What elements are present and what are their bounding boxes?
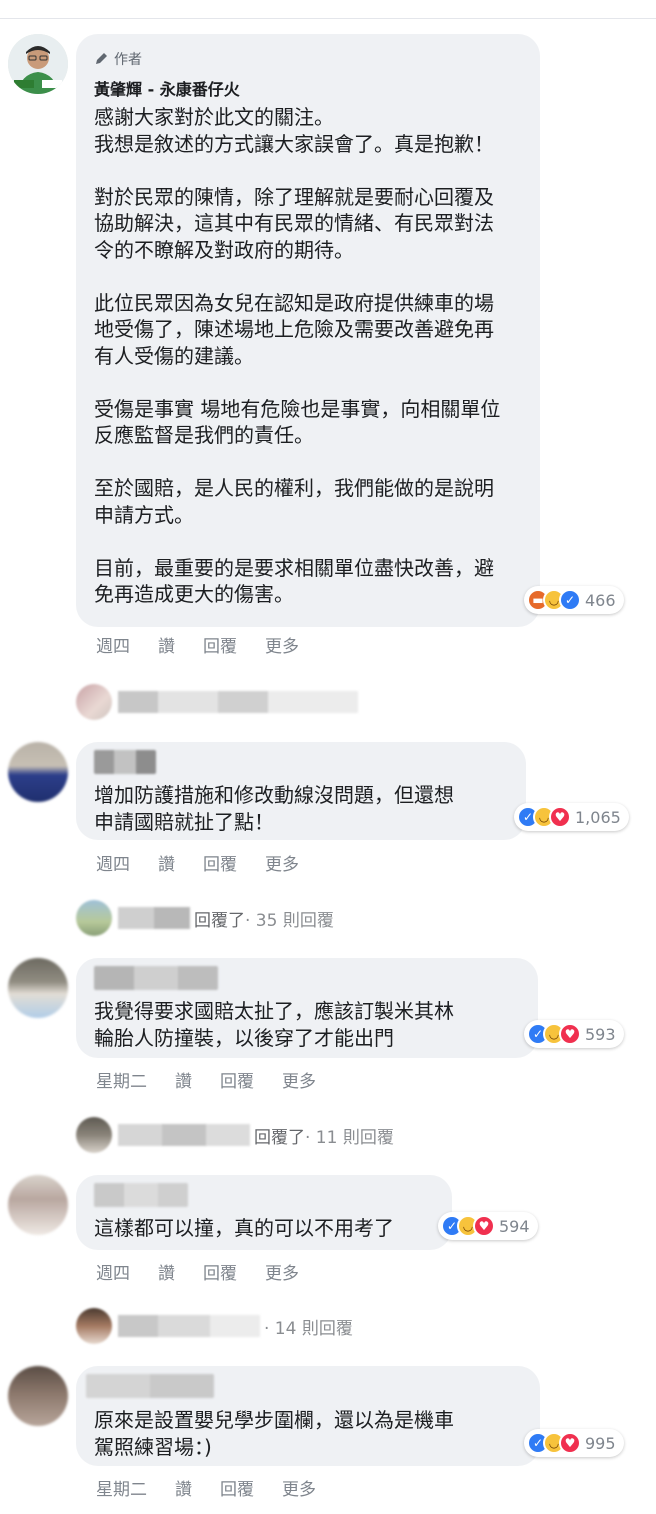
comment-reactions[interactable]: ✓ ◡ ♥ 593	[524, 1020, 624, 1048]
comment-timestamp[interactable]: 週四	[96, 632, 130, 657]
replier-name-blurred	[118, 691, 358, 713]
more-button[interactable]: 更多	[282, 1067, 316, 1092]
reply-summary-2[interactable]: 回覆了 · 35 則回覆	[76, 900, 334, 936]
author-portrait-icon	[8, 34, 68, 94]
reaction-count: 1,065	[575, 807, 621, 827]
comment-actions: 星期二 讚 回覆 更多	[96, 1475, 316, 1500]
commenter-name-blurred	[86, 1374, 214, 1398]
comment-timestamp[interactable]: 週四	[96, 850, 130, 875]
commenter-name-blurred	[94, 966, 218, 990]
like-reaction-icon: ✓	[559, 589, 581, 611]
author-name[interactable]: 黃肇輝 - 永康番仔火	[94, 76, 240, 100]
commenter-avatar[interactable]	[8, 742, 68, 802]
comment-actions: 星期二 讚 回覆 更多	[96, 1067, 316, 1092]
commenter-avatar[interactable]	[8, 1366, 68, 1426]
author-reactions[interactable]: ▬ ◡ ✓ 466	[524, 586, 624, 614]
comment-actions: 週四 讚 回覆 更多	[96, 1259, 299, 1284]
commenter-avatar[interactable]	[8, 1175, 68, 1235]
reply-count: · 11 則回覆	[305, 1127, 394, 1148]
reply-summary-1[interactable]	[76, 684, 362, 720]
replier-avatar	[76, 1308, 112, 1344]
author-comment-text: 感謝大家對於此文的關注。 我想是敘述的方式讓大家誤會了。真是抱歉！ 對於民眾的陳…	[94, 105, 501, 606]
reaction-count: 466	[585, 590, 616, 610]
comment-text: 我覺得要求國賠太扯了，應該訂製米其林 輪胎人防撞裝，以後穿了才能出門	[94, 999, 454, 1050]
replier-avatar	[76, 684, 112, 720]
comment-timestamp[interactable]: 星期二	[96, 1475, 147, 1500]
replied-label: 回覆了	[194, 910, 245, 931]
reply-button[interactable]: 回覆	[203, 850, 237, 875]
reply-button[interactable]: 回覆	[220, 1067, 254, 1092]
comment-text: 增加防護措施和修改動線沒問題，但還想 申請國賠就扯了點！	[94, 783, 454, 834]
comment-text: 原來是設置嬰兒學步圍欄，還以為是機車 駕照練習場：)	[94, 1408, 454, 1459]
reply-count: · 35 則回覆	[245, 910, 334, 931]
comment-text: 這樣都可以撞，真的可以不用考了	[94, 1216, 394, 1240]
reaction-count: 593	[585, 1024, 616, 1044]
comment-actions: 週四 讚 回覆 更多	[96, 850, 299, 875]
reaction-count: 995	[585, 1433, 616, 1453]
comment-timestamp[interactable]: 週四	[96, 1259, 130, 1284]
comment-reactions[interactable]: ✓ ◡ ♥ 594	[438, 1212, 538, 1240]
reply-summary-4[interactable]: · 14 則回覆	[76, 1308, 353, 1344]
reply-button[interactable]: 回覆	[203, 1259, 237, 1284]
like-button[interactable]: 讚	[158, 1259, 175, 1284]
comment-reactions[interactable]: ✓ ◡ ♥ 1,065	[514, 803, 629, 831]
replier-name-blurred	[118, 1315, 260, 1337]
comment-timestamp[interactable]: 星期二	[96, 1067, 147, 1092]
pencil-icon	[96, 53, 107, 64]
reply-count: · 14 則回覆	[264, 1318, 353, 1339]
replier-name-blurred	[118, 1124, 250, 1146]
reply-button[interactable]: 回覆	[203, 632, 237, 657]
commenter-name-blurred	[94, 750, 156, 774]
more-button[interactable]: 更多	[265, 632, 299, 657]
like-button[interactable]: 讚	[158, 850, 175, 875]
more-button[interactable]: 更多	[265, 1259, 299, 1284]
commenter-name-blurred	[94, 1183, 188, 1207]
replier-avatar	[76, 1117, 112, 1153]
author-badge: 作者	[94, 49, 142, 69]
author-avatar[interactable]	[8, 34, 68, 94]
author-badge-label: 作者	[114, 52, 142, 68]
comment-reactions[interactable]: ✓ ◡ ♥ 995	[524, 1429, 624, 1457]
replier-name-blurred	[118, 907, 190, 929]
more-button[interactable]: 更多	[282, 1475, 316, 1500]
like-button[interactable]: 讚	[158, 632, 175, 657]
reply-summary-3[interactable]: 回覆了 · 11 則回覆	[76, 1117, 394, 1153]
like-button[interactable]: 讚	[175, 1475, 192, 1500]
reply-button[interactable]: 回覆	[220, 1475, 254, 1500]
top-divider	[0, 18, 656, 19]
replier-avatar	[76, 900, 112, 936]
replied-label: 回覆了	[254, 1127, 305, 1148]
commenter-avatar[interactable]	[8, 958, 68, 1018]
like-button[interactable]: 讚	[175, 1067, 192, 1092]
more-button[interactable]: 更多	[265, 850, 299, 875]
love-reaction-icon: ♥	[559, 1432, 581, 1454]
love-reaction-icon: ♥	[549, 806, 571, 828]
author-comment-actions: 週四 讚 回覆 更多	[96, 632, 299, 657]
reaction-count: 594	[499, 1216, 530, 1236]
love-reaction-icon: ♥	[473, 1215, 495, 1237]
love-reaction-icon: ♥	[559, 1023, 581, 1045]
